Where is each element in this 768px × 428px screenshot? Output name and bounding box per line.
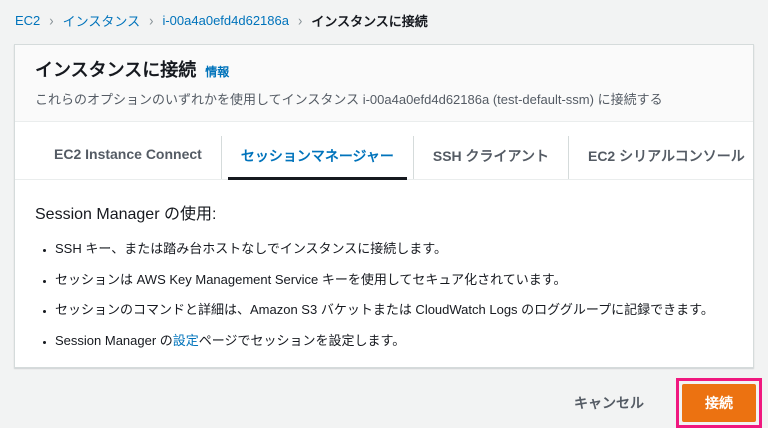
list-item: セッションのコマンドと詳細は、Amazon S3 バケットまたは CloudWa… (55, 301, 733, 319)
breadcrumb-separator-icon: › (297, 11, 303, 30)
list-item: セッションは AWS Key Management Service キーを使用し… (55, 271, 733, 289)
list-item-text: ページでセッションを設定します。 (198, 332, 406, 348)
cancel-button[interactable]: キャンセル (560, 385, 658, 421)
section-heading: Session Manager の使用: (35, 206, 217, 223)
info-link[interactable]: 情報 (205, 63, 229, 80)
annotation-highlight-box: 接続 (676, 378, 762, 428)
tab-content-session-manager: Session Manager の使用: SSH キー、または踏み台ホストなしで… (15, 180, 753, 367)
panel-title-row: インスタンスに接続 情報 (35, 56, 733, 82)
breadcrumb-separator-icon: › (149, 11, 154, 30)
tab-ec2-instance-connect[interactable]: EC2 Instance Connect (35, 136, 221, 179)
list-item: SSH キー、または踏み台ホストなしでインスタンスに接続します。 (55, 240, 733, 258)
panel-description: これらのオプションのいずれかを使用してインスタンス i-00a4a0efd4d6… (35, 92, 663, 107)
feature-list: SSH キー、または踏み台ホストなしでインスタンスに接続します。 セッションは … (35, 240, 733, 349)
list-item: Session Manager の設定ページでセッションを設定します。 (55, 332, 733, 350)
list-item-text: Session Manager の (55, 332, 173, 348)
breadcrumb-ec2[interactable]: EC2 (15, 13, 40, 28)
breadcrumb-current-page: インスタンスに接続 (311, 14, 428, 29)
breadcrumb: EC2 › インスタンス › i-00a4a0efd4d62186a › インス… (0, 0, 768, 42)
page-title: インスタンスに接続 (35, 60, 197, 80)
tab-ec2-serial-console[interactable]: EC2 シリアルコンソール (567, 136, 753, 179)
connect-to-instance-panel: インスタンスに接続 情報 これらのオプションのいずれかを使用してインスタンス i… (14, 44, 754, 368)
tab-session-manager[interactable]: セッションマネージャー (220, 136, 413, 180)
panel-header: インスタンスに接続 情報 これらのオプションのいずれかを使用してインスタンス i… (15, 45, 753, 122)
tab-ssh-client[interactable]: SSH クライアント (412, 136, 568, 179)
preferences-link[interactable]: 設定 (173, 333, 199, 348)
tab-bar: EC2 Instance Connect セッションマネージャー SSH クライ… (15, 122, 753, 180)
footer-actions: キャンセル 接続 (0, 378, 762, 428)
breadcrumb-instances[interactable]: インスタンス (63, 11, 140, 30)
breadcrumb-separator-icon: › (49, 11, 54, 30)
breadcrumb-instance-id[interactable]: i-00a4a0efd4d62186a (162, 13, 289, 28)
connect-button[interactable]: 接続 (682, 384, 756, 422)
